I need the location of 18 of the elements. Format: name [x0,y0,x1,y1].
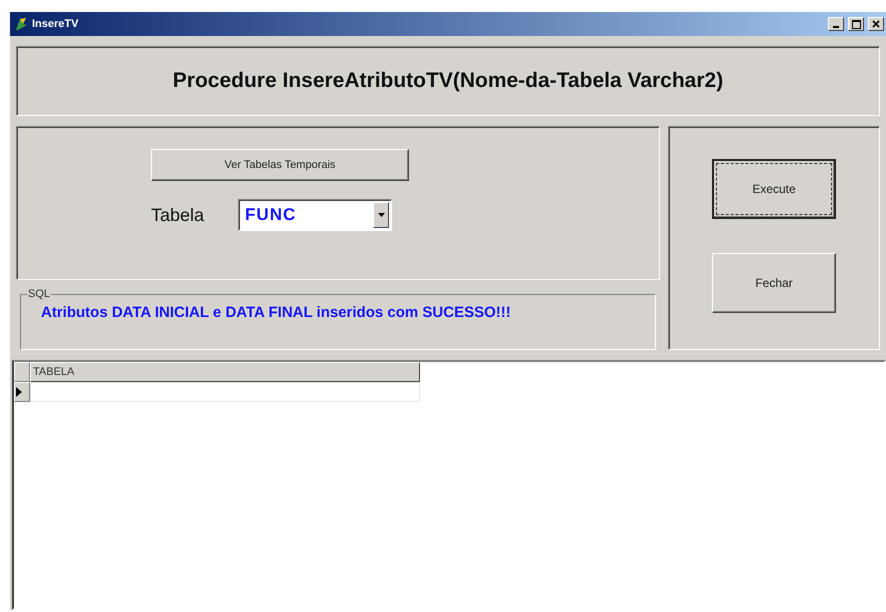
window-title: InsereTV [32,18,80,30]
current-row-icon [15,387,23,397]
dropdown-value: FUNC [245,205,296,225]
close-button[interactable] [868,17,884,31]
view-tables-button[interactable]: Ver Tabelas Temporais [151,149,409,181]
status-message: Atributos DATA INICIAL e DATA FINAL inseridos com SUCESSO!!! [41,304,511,321]
action-button[interactable]: Execute [712,159,836,219]
maximize-icon [852,20,860,28]
close-icon [872,20,880,28]
maximize-button[interactable] [848,17,864,31]
table-label: Tabela [151,204,204,226]
minimize-button[interactable] [828,17,844,31]
app-icon [14,17,28,31]
table-dropdown[interactable]: FUNC [238,199,392,231]
group-legend: SQL [27,288,52,300]
procedure-title: Procedure InsereAtributoTV(Nome-da-Tabela Varchar2) [172,69,724,93]
column-header[interactable]: TABELA [30,362,420,382]
action-button[interactable]: Fechar [712,253,836,313]
